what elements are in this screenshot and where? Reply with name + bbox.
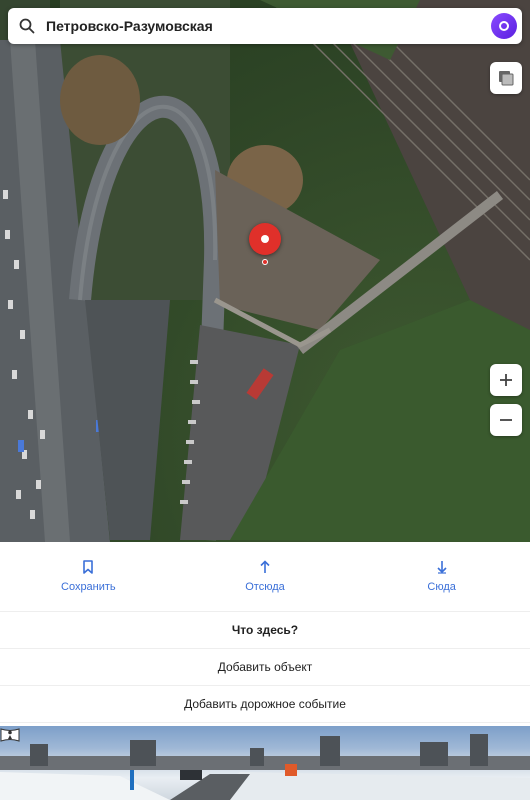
satellite-map[interactable]: Петровско-Разумовская xyxy=(0,0,530,542)
street-panorama-preview[interactable] xyxy=(0,726,530,800)
pin-anchor-point xyxy=(262,259,268,265)
zoom-out-button[interactable] xyxy=(490,404,522,436)
route-to-label: Сюда xyxy=(427,581,456,593)
what-is-here-item[interactable]: Что здесь? xyxy=(0,612,530,649)
layers-icon xyxy=(499,71,514,86)
action-row: Сохранить Отсюда Сюда xyxy=(0,542,530,612)
map-terrain xyxy=(0,0,530,542)
arrow-up-icon xyxy=(260,560,270,573)
search-bar[interactable]: Петровско-Разумовская xyxy=(8,8,522,44)
voice-assistant-button[interactable] xyxy=(491,13,517,39)
panorama-scene xyxy=(0,734,530,800)
add-object-item[interactable]: Добавить объект xyxy=(0,649,530,686)
save-button[interactable]: Сохранить xyxy=(0,542,177,611)
route-from-button[interactable]: Отсюда xyxy=(177,542,354,611)
minus-icon xyxy=(500,419,512,421)
bookmark-icon xyxy=(83,560,94,574)
panorama-icon xyxy=(0,728,20,742)
zoom-in-button[interactable] xyxy=(490,364,522,396)
search-icon[interactable] xyxy=(8,8,46,44)
location-pin[interactable] xyxy=(249,223,281,255)
arrow-down-icon xyxy=(437,561,447,574)
add-road-event-item[interactable]: Добавить дорожное событие xyxy=(0,686,530,723)
alice-icon xyxy=(499,21,509,31)
route-from-label: Отсюда xyxy=(245,581,285,593)
search-input[interactable]: Петровско-Разумовская xyxy=(46,18,491,34)
place-action-sheet: Сохранить Отсюда Сюда Что здесь? Добавит… xyxy=(0,542,530,726)
pin-center-dot xyxy=(261,235,269,243)
plus-icon xyxy=(500,374,512,386)
layers-button[interactable] xyxy=(490,62,522,94)
route-to-button[interactable]: Сюда xyxy=(353,542,530,611)
save-label: Сохранить xyxy=(61,581,116,593)
